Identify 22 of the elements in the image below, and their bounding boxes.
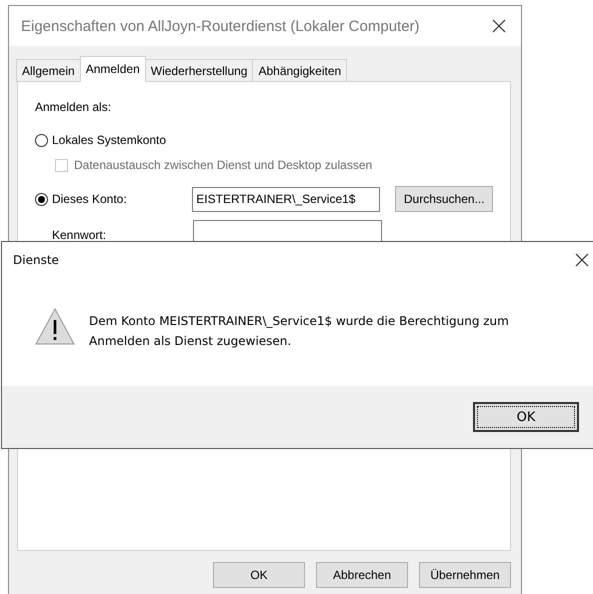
dialog-button[interactable]: Abbrechen [316, 562, 408, 588]
account-field[interactable]: EISTERTRAINER\_Service1$ [192, 186, 380, 212]
radio-button[interactable] [35, 192, 48, 206]
ok-button[interactable]: OK [473, 402, 579, 432]
close-icon [575, 253, 589, 267]
tab[interactable]: Anmelden [80, 56, 146, 82]
warning-icon [35, 308, 75, 345]
section-label: Anmelden als: [35, 100, 112, 114]
radio-label: Lokales Systemkonto [52, 133, 166, 147]
dialog-title: Dienste [13, 253, 59, 267]
checkbox-label: Datenaustausch zwischen Dienst und Desktop zulassen [74, 158, 372, 172]
dialog-button[interactable]: Übernehmen [419, 562, 511, 588]
window-title: Eigenschaften von AllJoyn-Routerdienst (Lokaler Computer) [21, 18, 420, 34]
tab[interactable]: Allgemein [16, 59, 81, 82]
message-text: Dem Konto MEISTERTRAINER\_Service1$ wurde die Berechtigung zum Anmelden als Dienst zugewiesen. [89, 313, 510, 350]
dialog-button[interactable]: OK [213, 562, 305, 588]
browse-button[interactable]: Durchsuchen... [395, 186, 494, 212]
radio-label: Dieses Konto: [52, 192, 128, 206]
tab[interactable]: Abhängigkeiten [252, 59, 348, 82]
password-label: Kennwort: [51, 227, 108, 242]
radio-button[interactable] [35, 134, 48, 146]
close-icon [492, 19, 506, 33]
